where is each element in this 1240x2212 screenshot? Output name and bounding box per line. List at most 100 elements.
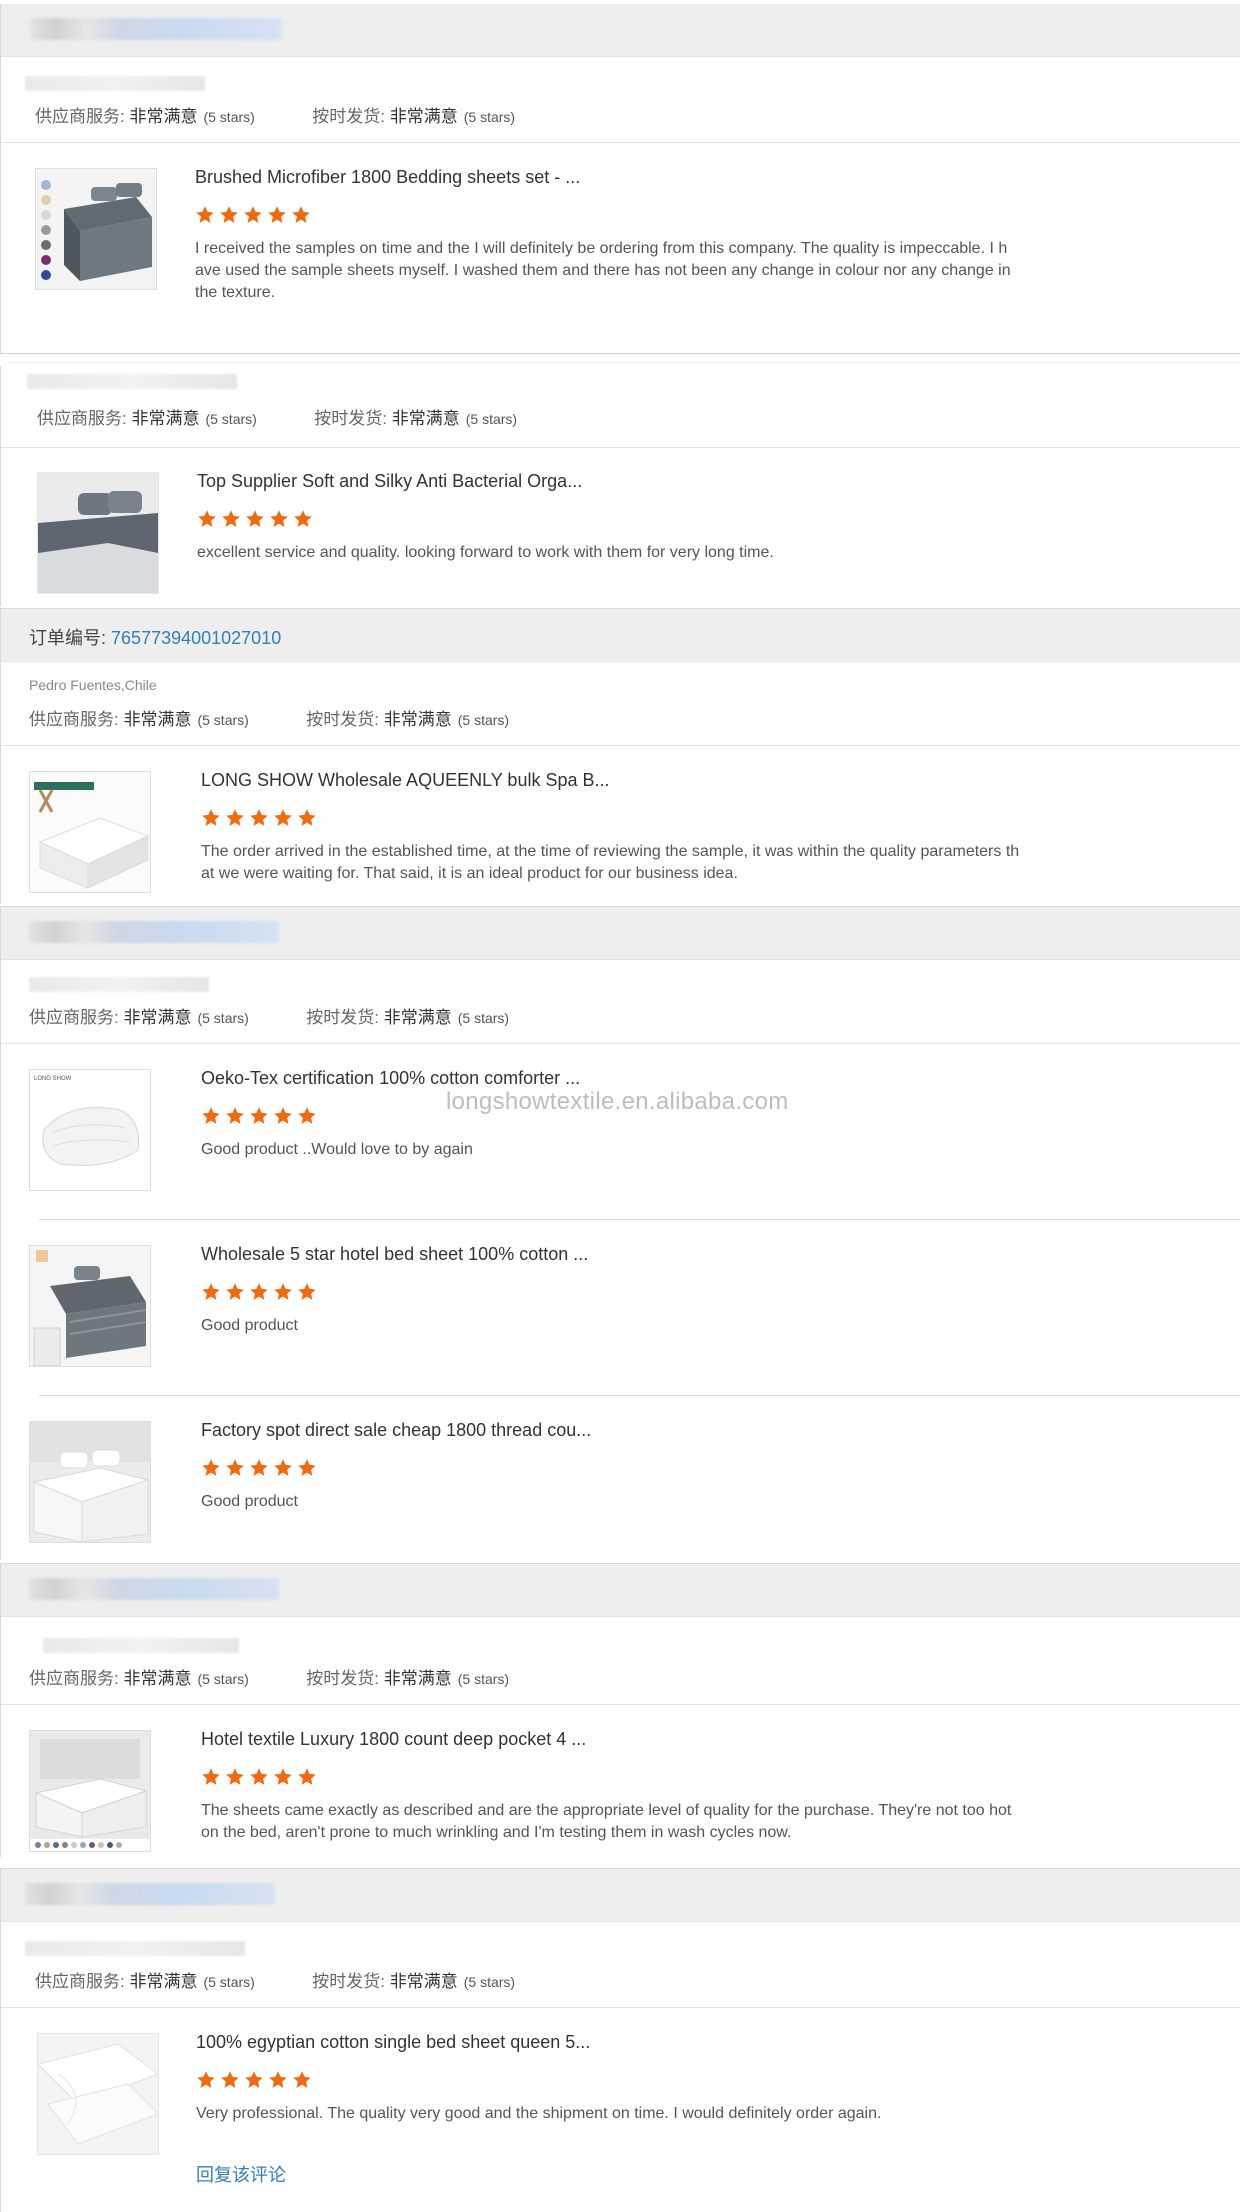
star-icon <box>245 509 265 529</box>
review-text: The order arrived in the established tim… <box>201 843 1020 882</box>
reply-link[interactable]: 回复该评论 <box>196 2161 286 2187</box>
star-icon <box>201 1106 221 1126</box>
review-card: 供应商服务: 非常满意 (5 stars) 按时发货: 非常满意 (5 stars)… <box>0 1868 1240 2212</box>
star-icon <box>196 2070 216 2090</box>
star-icon <box>297 1458 317 1478</box>
star-icon <box>297 1282 317 1302</box>
divider <box>1 447 1240 448</box>
card-header <box>1 907 1240 960</box>
blurred-buyer-info <box>25 1941 245 1956</box>
star-icon <box>267 205 287 225</box>
star-icon <box>225 1767 245 1787</box>
review-text: Good product <box>201 1317 298 1334</box>
star-icon <box>273 1106 293 1126</box>
divider <box>1 1704 1240 1705</box>
star-icon <box>249 1767 269 1787</box>
star-icon <box>221 509 241 529</box>
review-text: Very professional. The quality very good… <box>196 2105 882 2122</box>
review-text: excellent service and quality. looking f… <box>197 544 774 561</box>
star-rating <box>201 1458 321 1480</box>
star-icon <box>293 509 313 529</box>
star-icon <box>219 205 239 225</box>
star-icon <box>249 1106 269 1126</box>
blurred-buyer-name <box>25 1883 275 1905</box>
watermark: longshowtextile.en.alibaba.com <box>446 1088 789 1115</box>
star-icon <box>220 2070 240 2090</box>
blurred-buyer-info <box>29 977 209 992</box>
blurred-buyer-info <box>43 1638 239 1653</box>
divider <box>1 142 1240 143</box>
star-rating <box>201 1767 321 1789</box>
star-icon <box>273 1282 293 1302</box>
divider <box>1 2007 1240 2008</box>
star-rating <box>201 1106 321 1128</box>
divider <box>1 1043 1240 1044</box>
product-thumbnail[interactable]: LONG SHOW <box>29 1069 151 1191</box>
star-rating <box>195 205 315 227</box>
star-icon <box>225 808 245 828</box>
star-icon <box>225 1458 245 1478</box>
star-icon <box>201 1458 221 1478</box>
divider <box>1 745 1240 746</box>
blurred-buyer-name <box>27 374 237 389</box>
blurred-buyer-name <box>29 921 279 943</box>
star-icon <box>268 2070 288 2090</box>
review-card: 供应商服务: 非常满意 (5 stars) 按时发货: 非常满意 (5 stars)… <box>0 906 1240 1560</box>
review-card: 订单编号: 76577394001027010 Pedro Fuentes,Ch… <box>0 608 1240 904</box>
supplier-ratings: 供应商服务: 非常满意 (5 stars) 按时发货: 非常满意 (5 stars) <box>35 107 516 126</box>
divider <box>39 1395 1240 1396</box>
product-thumbnail[interactable] <box>29 1245 151 1367</box>
star-icon <box>243 205 263 225</box>
star-icon <box>225 1282 245 1302</box>
review-text: Good product <box>201 1493 298 1510</box>
star-icon <box>297 1767 317 1787</box>
product-thumbnail[interactable] <box>37 2033 159 2155</box>
product-title[interactable]: Top Supplier Soft and Silky Anti Bacteri… <box>197 471 582 492</box>
product-thumbnail[interactable] <box>29 771 151 893</box>
product-title[interactable]: Hotel textile Luxury 1800 count deep poc… <box>201 1729 586 1750</box>
card-header <box>1 1564 1240 1617</box>
review-text: I received the samples on time and the I… <box>195 240 1011 301</box>
product-thumbnail[interactable] <box>37 472 159 594</box>
card-header: 订单编号: 76577394001027010 <box>1 609 1240 662</box>
supplier-ratings: 供应商服务: 非常满意 (5 stars) 按时发货: 非常满意 (5 stars) <box>29 1669 510 1688</box>
product-title[interactable]: LONG SHOW Wholesale AQUEENLY bulk Spa B.… <box>201 770 610 791</box>
star-icon <box>269 509 289 529</box>
product-thumbnail[interactable] <box>29 1421 151 1543</box>
star-rating <box>196 2070 316 2092</box>
star-icon <box>273 808 293 828</box>
review-card: 供应商服务: 非常满意 (5 stars) 按时发货: 非常满意 (5 stars)… <box>0 1563 1240 1857</box>
product-thumbnail[interactable] <box>35 168 157 290</box>
review-text: Good product ..Would love to by again <box>201 1141 473 1158</box>
product-title[interactable]: Oeko-Tex certification 100% cotton comfo… <box>201 1068 580 1089</box>
star-rating <box>201 1282 321 1304</box>
order-number: 订单编号: 76577394001027010 <box>29 628 282 648</box>
star-icon <box>297 808 317 828</box>
product-thumbnail[interactable] <box>29 1730 151 1852</box>
product-title[interactable]: Wholesale 5 star hotel bed sheet 100% co… <box>201 1244 588 1265</box>
star-icon <box>201 1282 221 1302</box>
buyer-name: Pedro Fuentes,Chile <box>29 677 157 693</box>
supplier-ratings: 供应商服务: 非常满意 (5 stars) 按时发货: 非常满意 (5 stars) <box>29 710 510 729</box>
star-icon <box>201 1767 221 1787</box>
product-title[interactable]: Brushed Microfiber 1800 Bedding sheets s… <box>195 167 580 188</box>
order-number-link[interactable]: 76577394001027010 <box>111 628 281 648</box>
review-card: 供应商服务: 非常满意 (5 stars) 按时发货: 非常满意 (5 stars)… <box>0 366 1240 606</box>
review-card: 供应商服务: 非常满意 (5 stars) 按时发货: 非常满意 (5 stars)… <box>0 4 1240 354</box>
blurred-buyer-name <box>29 1578 279 1600</box>
blurred-buyer-info <box>25 76 205 91</box>
divider <box>39 1219 1240 1220</box>
star-icon <box>273 1767 293 1787</box>
supplier-ratings: 供应商服务: 非常满意 (5 stars) 按时发货: 非常满意 (5 stars) <box>37 409 518 428</box>
star-icon <box>297 1106 317 1126</box>
product-title[interactable]: 100% egyptian cotton single bed sheet qu… <box>196 2032 590 2053</box>
star-icon <box>291 205 311 225</box>
star-icon <box>273 1458 293 1478</box>
product-title[interactable]: Factory spot direct sale cheap 1800 thre… <box>201 1420 591 1441</box>
star-icon <box>249 1458 269 1478</box>
star-icon <box>195 205 215 225</box>
blurred-buyer-name <box>31 18 281 40</box>
star-rating <box>201 808 321 830</box>
supplier-ratings: 供应商服务: 非常满意 (5 stars) 按时发货: 非常满意 (5 stars) <box>29 1008 510 1027</box>
star-icon <box>244 2070 264 2090</box>
